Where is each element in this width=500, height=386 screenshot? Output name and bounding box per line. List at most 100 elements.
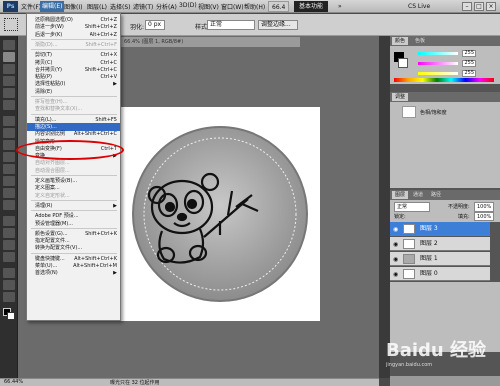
pen-tool-icon[interactable] (3, 216, 15, 226)
eye-icon[interactable]: ◉ (393, 226, 398, 233)
style-select[interactable]: 正常 (207, 20, 255, 30)
menu-image[interactable]: 图像(I) (64, 2, 82, 11)
menu-filter[interactable]: 滤镜(T) (133, 2, 153, 11)
menu-item-label: 后退一步(K) (35, 31, 63, 38)
tab-adjust[interactable]: 调整 (392, 93, 409, 101)
history-brush-tool-icon[interactable] (3, 152, 15, 162)
healing-brush-tool-icon[interactable] (3, 116, 15, 126)
minimize-button[interactable]: – (462, 2, 472, 11)
green-slider[interactable] (418, 62, 458, 65)
menu-3d[interactable]: 3D(D) (179, 2, 197, 9)
layers-footer (390, 376, 500, 386)
crop-tool-icon[interactable] (3, 88, 15, 98)
shape-tool-icon[interactable] (3, 252, 15, 262)
tab-layers[interactable]: 图层 (392, 191, 409, 199)
menu-separator (31, 199, 117, 201)
menu-item-label: 自动混合图层... (35, 167, 70, 174)
menu-layer[interactable]: 图层(L) (87, 2, 107, 11)
cs-live-button[interactable]: CS Live (404, 1, 434, 12)
feather-input[interactable]: 0 px (145, 20, 165, 30)
layer-row[interactable]: ◉ 图层 1 (390, 252, 490, 266)
panda-artwork (132, 126, 308, 302)
menu-edit[interactable]: 编辑(E) (40, 1, 65, 12)
expand-icon[interactable]: » (335, 1, 345, 12)
document-tab[interactable]: 66.4% (图层 1, RGB/8#) (120, 37, 300, 47)
fill-input[interactable]: 100% (474, 212, 494, 221)
tab-channels[interactable]: 通道 (410, 191, 426, 199)
tab-swatches[interactable]: 色板 (412, 37, 428, 45)
menu-separator (31, 227, 117, 229)
lasso-tool-icon[interactable] (3, 64, 15, 74)
eye-icon[interactable]: ◉ (393, 256, 398, 263)
red-value[interactable]: 255 (462, 50, 476, 57)
refine-edge-button[interactable]: 调整边缘... (258, 20, 298, 30)
edit-menu-item[interactable]: 清除(E) (27, 88, 120, 96)
blue-slider[interactable] (418, 72, 458, 75)
edit-menu-item[interactable]: 首选项(N) ▶ (27, 269, 120, 277)
tools-panel (0, 36, 18, 378)
adjust-item[interactable]: 色相/饱和度 (420, 109, 447, 116)
layer-row[interactable]: ◉ 图层 3 (390, 222, 490, 236)
clone-stamp-tool-icon[interactable] (3, 140, 15, 150)
color-spectrum[interactable] (394, 78, 494, 82)
menu-help[interactable]: 帮助(H) (244, 2, 265, 11)
layer-name[interactable]: 图层 3 (420, 225, 438, 233)
marquee-tool-icon[interactable] (3, 52, 15, 62)
layer-name[interactable]: 图层 1 (420, 255, 438, 263)
marquee-tool-icon[interactable] (4, 18, 18, 31)
eye-icon[interactable]: ◉ (393, 241, 398, 248)
menu-item-label: 定义自定形状... (35, 192, 70, 199)
blue-value[interactable]: 255 (462, 70, 476, 77)
eyedropper-tool-icon[interactable] (3, 100, 15, 110)
edit-menu-item[interactable]: 预设管理器(M)... (27, 220, 120, 228)
layer-name[interactable]: 图层 2 (420, 240, 438, 248)
layers-panel-header: 图层 通道 路径 (390, 190, 500, 200)
submenu-arrow-icon: ▶ (113, 202, 117, 209)
gradient-tool-icon[interactable] (3, 176, 15, 186)
maximize-button[interactable]: □ (474, 2, 484, 11)
path-select-tool-icon[interactable] (3, 240, 15, 250)
workspace-button[interactable]: 基本功能 (294, 1, 329, 12)
3d-rotate-tool-icon[interactable] (3, 268, 15, 278)
tab-paths[interactable]: 路径 (428, 191, 444, 199)
hand-tool-icon[interactable] (3, 280, 15, 290)
red-slider[interactable] (418, 52, 458, 55)
brush-tool-icon[interactable] (3, 128, 15, 138)
move-tool-icon[interactable] (3, 40, 15, 50)
canvas[interactable] (120, 107, 320, 321)
adjust-panel: 色相/饱和度 (390, 102, 500, 188)
opacity-input[interactable]: 100% (474, 202, 494, 212)
background-color-swatch[interactable] (7, 312, 15, 320)
layer-row[interactable]: ◉ 图层 0 (390, 267, 490, 281)
layer-name[interactable]: 图层 0 (420, 270, 438, 278)
zoom-tool-icon[interactable] (3, 292, 15, 302)
quick-select-tool-icon[interactable] (3, 76, 15, 86)
menu-file[interactable]: 文件(F) (21, 2, 41, 11)
eraser-tool-icon[interactable] (3, 164, 15, 174)
green-value[interactable]: 255 (462, 60, 476, 67)
eye-icon[interactable]: ◉ (393, 271, 398, 278)
edit-menu-item[interactable]: 转换为配置文件(V)... (27, 244, 120, 252)
layer-row[interactable]: ◉ 图层 2 (390, 237, 490, 251)
menu-window[interactable]: 窗口(W) (221, 2, 244, 11)
menu-view[interactable]: 视图(V) (198, 2, 219, 11)
blend-mode-select[interactable]: 正常 (394, 202, 430, 212)
adjust-thumb[interactable] (402, 106, 416, 118)
edit-menu-item[interactable]: 清理(R) ▶ (27, 202, 120, 210)
type-tool-icon[interactable] (3, 228, 15, 238)
close-button[interactable]: × (486, 2, 496, 11)
menu-bar: Ps 文件(F) 编辑(E) 图像(I) 图层(L) 选择(S) 滤镜(T) 分… (0, 0, 500, 13)
edit-menu-item[interactable]: 后退一步(K) Alt+Ctrl+Z (27, 31, 120, 39)
menu-separator (31, 49, 117, 51)
edit-menu-item: 查找和替换文本(X)... (27, 105, 120, 113)
bg-swatch[interactable] (398, 58, 408, 68)
blur-tool-icon[interactable] (3, 188, 15, 198)
zoom-level[interactable]: 66.4 (268, 1, 290, 12)
color-panel-header: 颜色 色板 (390, 36, 500, 46)
menu-select[interactable]: 选择(S) (110, 2, 131, 11)
dodge-tool-icon[interactable] (3, 200, 15, 210)
tab-color[interactable]: 颜色 (392, 37, 409, 45)
baidu-watermark-url: jingyan.baidu.com (386, 362, 433, 368)
menu-analysis[interactable]: 分析(A) (156, 2, 177, 11)
status-zoom[interactable]: 66.44% (4, 379, 23, 385)
